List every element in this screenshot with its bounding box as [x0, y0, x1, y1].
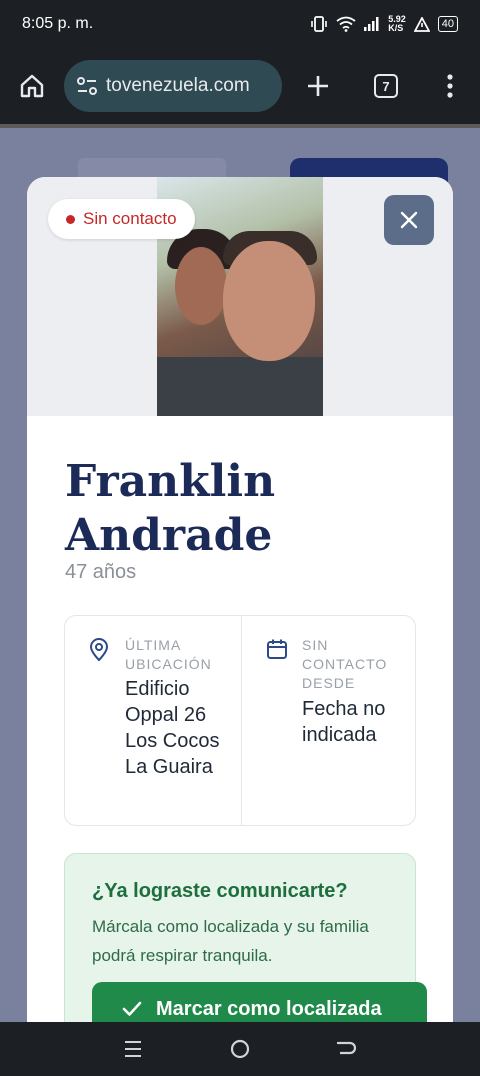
- calendar-icon: [267, 639, 287, 659]
- photo-shape: [175, 247, 227, 325]
- tab-count: 7: [374, 74, 398, 98]
- status-icons: 5.92 K/S 40: [310, 15, 458, 33]
- no-contact-label: SIN CONTACTO DESDE: [302, 637, 388, 691]
- person-name: Franklin Andrade: [65, 456, 276, 561]
- location-pin-icon: [89, 638, 109, 662]
- last-location-label: ÚLTIMA UBICACIÓN: [125, 637, 212, 672]
- status-badge-label: Sin contacto: [83, 209, 177, 228]
- close-icon: [400, 211, 418, 229]
- person-age: 47 años: [65, 561, 137, 583]
- info-box: ÚLTIMA UBICACIÓN Edificio Oppal 26 Los C…: [64, 615, 416, 826]
- alert-icon: [413, 16, 430, 32]
- status-dot: [66, 214, 75, 224]
- page-top-line: [0, 124, 480, 128]
- close-button[interactable]: [384, 195, 434, 245]
- recents-icon: [125, 1041, 142, 1057]
- vibrate-icon: [311, 16, 328, 32]
- browser-toolbar: tovenezuela.com 7: [0, 48, 480, 124]
- tab-switcher-button[interactable]: 7: [362, 62, 410, 110]
- person-detail-modal: Sin contacto Franklin Andrade 47 años ÚL…: [27, 177, 453, 1022]
- url-text: tovenezuela.com: [106, 75, 250, 96]
- site-settings-icon: [77, 77, 97, 95]
- status-time: 8:05 p. m.: [22, 15, 94, 32]
- url-bar[interactable]: tovenezuela.com: [64, 60, 282, 112]
- photo-shape: [157, 357, 323, 416]
- no-contact-value: Fecha no indicada: [302, 698, 386, 746]
- system-nav-bar: [0, 1022, 480, 1076]
- no-contact-section: SIN CONTACTO DESDE Fecha no indicada: [242, 616, 417, 825]
- cta-title: ¿Ya lograste comunicarte?: [92, 880, 348, 902]
- mark-located-button[interactable]: Marcar como localizada: [92, 982, 427, 1022]
- status-bar: 8:05 p. m. 5.92 K/S 40: [0, 0, 480, 48]
- last-location-section: ÚLTIMA UBICACIÓN Edificio Oppal 26 Los C…: [65, 616, 242, 825]
- photo-area: Sin contacto: [27, 177, 453, 416]
- back-icon: [336, 1041, 356, 1055]
- net-speed: 5.92 K/S: [388, 14, 406, 33]
- check-icon: [122, 1001, 142, 1016]
- photo-shape: [223, 241, 315, 361]
- home-nav-button[interactable]: [220, 1029, 260, 1069]
- back-button[interactable]: [327, 1029, 367, 1069]
- browser-menu-button[interactable]: [426, 62, 474, 110]
- signal-icon: [364, 17, 379, 31]
- recents-button[interactable]: [113, 1029, 153, 1069]
- cta-text: Márcala como localizada y su familia pod…: [92, 917, 369, 965]
- new-tab-button[interactable]: [294, 62, 342, 110]
- home-button[interactable]: [8, 62, 56, 110]
- home-icon: [20, 74, 44, 98]
- mark-located-label: Marcar como localizada: [156, 997, 382, 1020]
- battery-indicator: 40: [437, 16, 458, 32]
- located-cta-box: ¿Ya lograste comunicarte? Márcala como l…: [64, 853, 427, 1022]
- last-location-value: Edificio Oppal 26 Los Cocos La Guaira: [125, 678, 220, 778]
- plus-icon: [308, 76, 328, 96]
- circle-home-icon: [230, 1039, 250, 1059]
- more-vert-icon: [447, 74, 453, 98]
- wifi-icon: [336, 16, 356, 32]
- status-badge: Sin contacto: [48, 199, 195, 239]
